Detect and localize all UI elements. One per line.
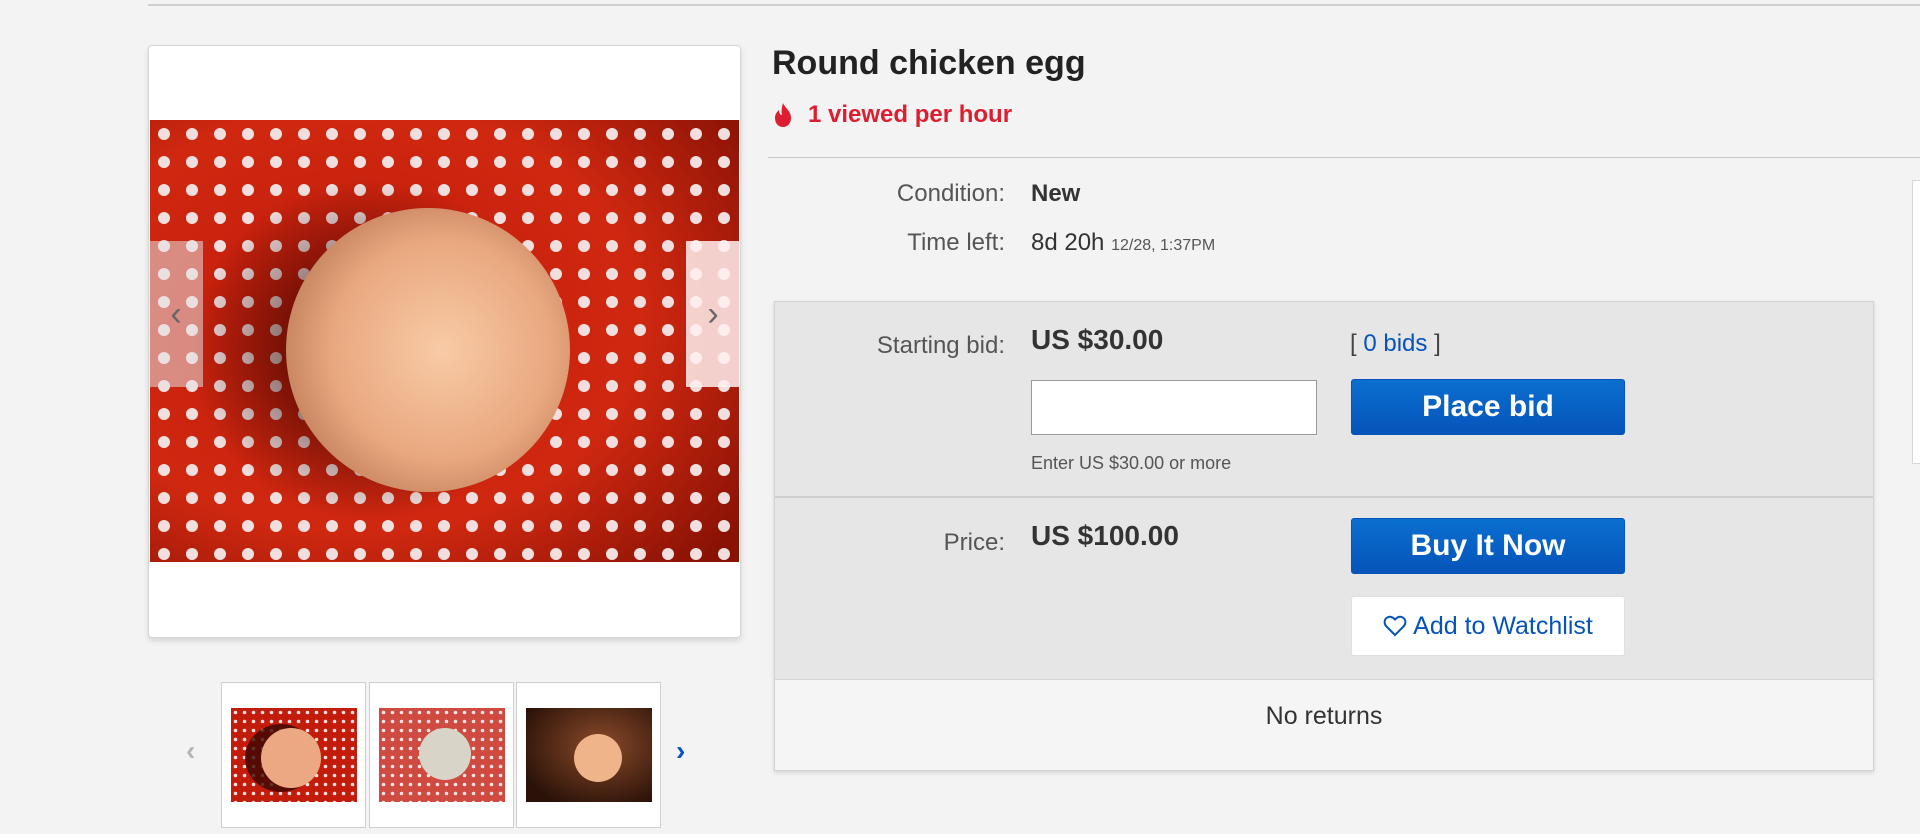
bid-hint: Enter US $30.00 or more (1031, 453, 1232, 473)
fire-icon (775, 103, 791, 127)
chevron-right-icon: › (676, 735, 686, 766)
condition-value: New (1031, 180, 1081, 207)
bid-box-separator (775, 496, 1873, 498)
starting-bid-value: US $30.00 (1031, 324, 1164, 355)
bid-count: [ 0 bids ] (1350, 330, 1441, 358)
bid-history-link[interactable]: 0 bids (1363, 330, 1427, 357)
title-divider (768, 157, 1920, 158)
trend-text: 1 viewed per hour (808, 101, 1013, 128)
chevron-left-icon: ‹ (170, 294, 182, 333)
price-label: Price: (943, 529, 1005, 556)
thumbnail-next-button[interactable]: › (676, 735, 685, 767)
trending-indicator: 1 viewed per hour (772, 101, 1012, 129)
price-value: US $100.00 (1031, 520, 1179, 551)
image-next-button[interactable]: › (686, 241, 740, 387)
place-bid-button[interactable]: Place bid (1351, 379, 1625, 435)
chevron-left-icon: ‹ (186, 735, 196, 766)
main-image-panel: ‹ › (148, 45, 741, 638)
thumbnail-2[interactable] (369, 682, 514, 828)
bid-count-open: [ (1350, 330, 1357, 357)
time-left: 8d 20h 12/28, 1:37PM (1031, 229, 1215, 257)
main-product-image[interactable] (150, 120, 739, 562)
thumbnail-image (379, 708, 505, 802)
thumbnail-image (231, 708, 357, 802)
bid-count-close: ] (1434, 330, 1441, 357)
chevron-right-icon: › (707, 294, 719, 333)
buy-it-now-button[interactable]: Buy It Now (1351, 518, 1625, 574)
condition-label: Condition: (896, 180, 1005, 207)
returns-text: No returns (1265, 702, 1383, 730)
heart-outline-icon (1383, 615, 1407, 637)
thumbnail-prev-button[interactable]: ‹ (186, 735, 195, 767)
bid-amount-input[interactable] (1031, 380, 1317, 435)
top-divider (148, 4, 1920, 6)
time-left-label: Time left: (907, 229, 1005, 256)
starting-bid-label: Starting bid: (876, 332, 1005, 359)
thumbnail-image (526, 708, 652, 802)
image-prev-button[interactable]: ‹ (149, 241, 203, 387)
add-to-watchlist-button[interactable]: Add to Watchlist (1351, 596, 1625, 656)
thumbnail-1[interactable] (221, 682, 366, 828)
time-left-value: 8d 20h (1031, 229, 1105, 256)
thumbnail-3[interactable] (516, 682, 661, 828)
item-title: Round chicken egg (772, 44, 1086, 82)
side-panel-edge (1912, 180, 1920, 464)
watchlist-label: Add to Watchlist (1413, 611, 1593, 640)
time-left-end: 12/28, 1:37PM (1111, 237, 1216, 254)
